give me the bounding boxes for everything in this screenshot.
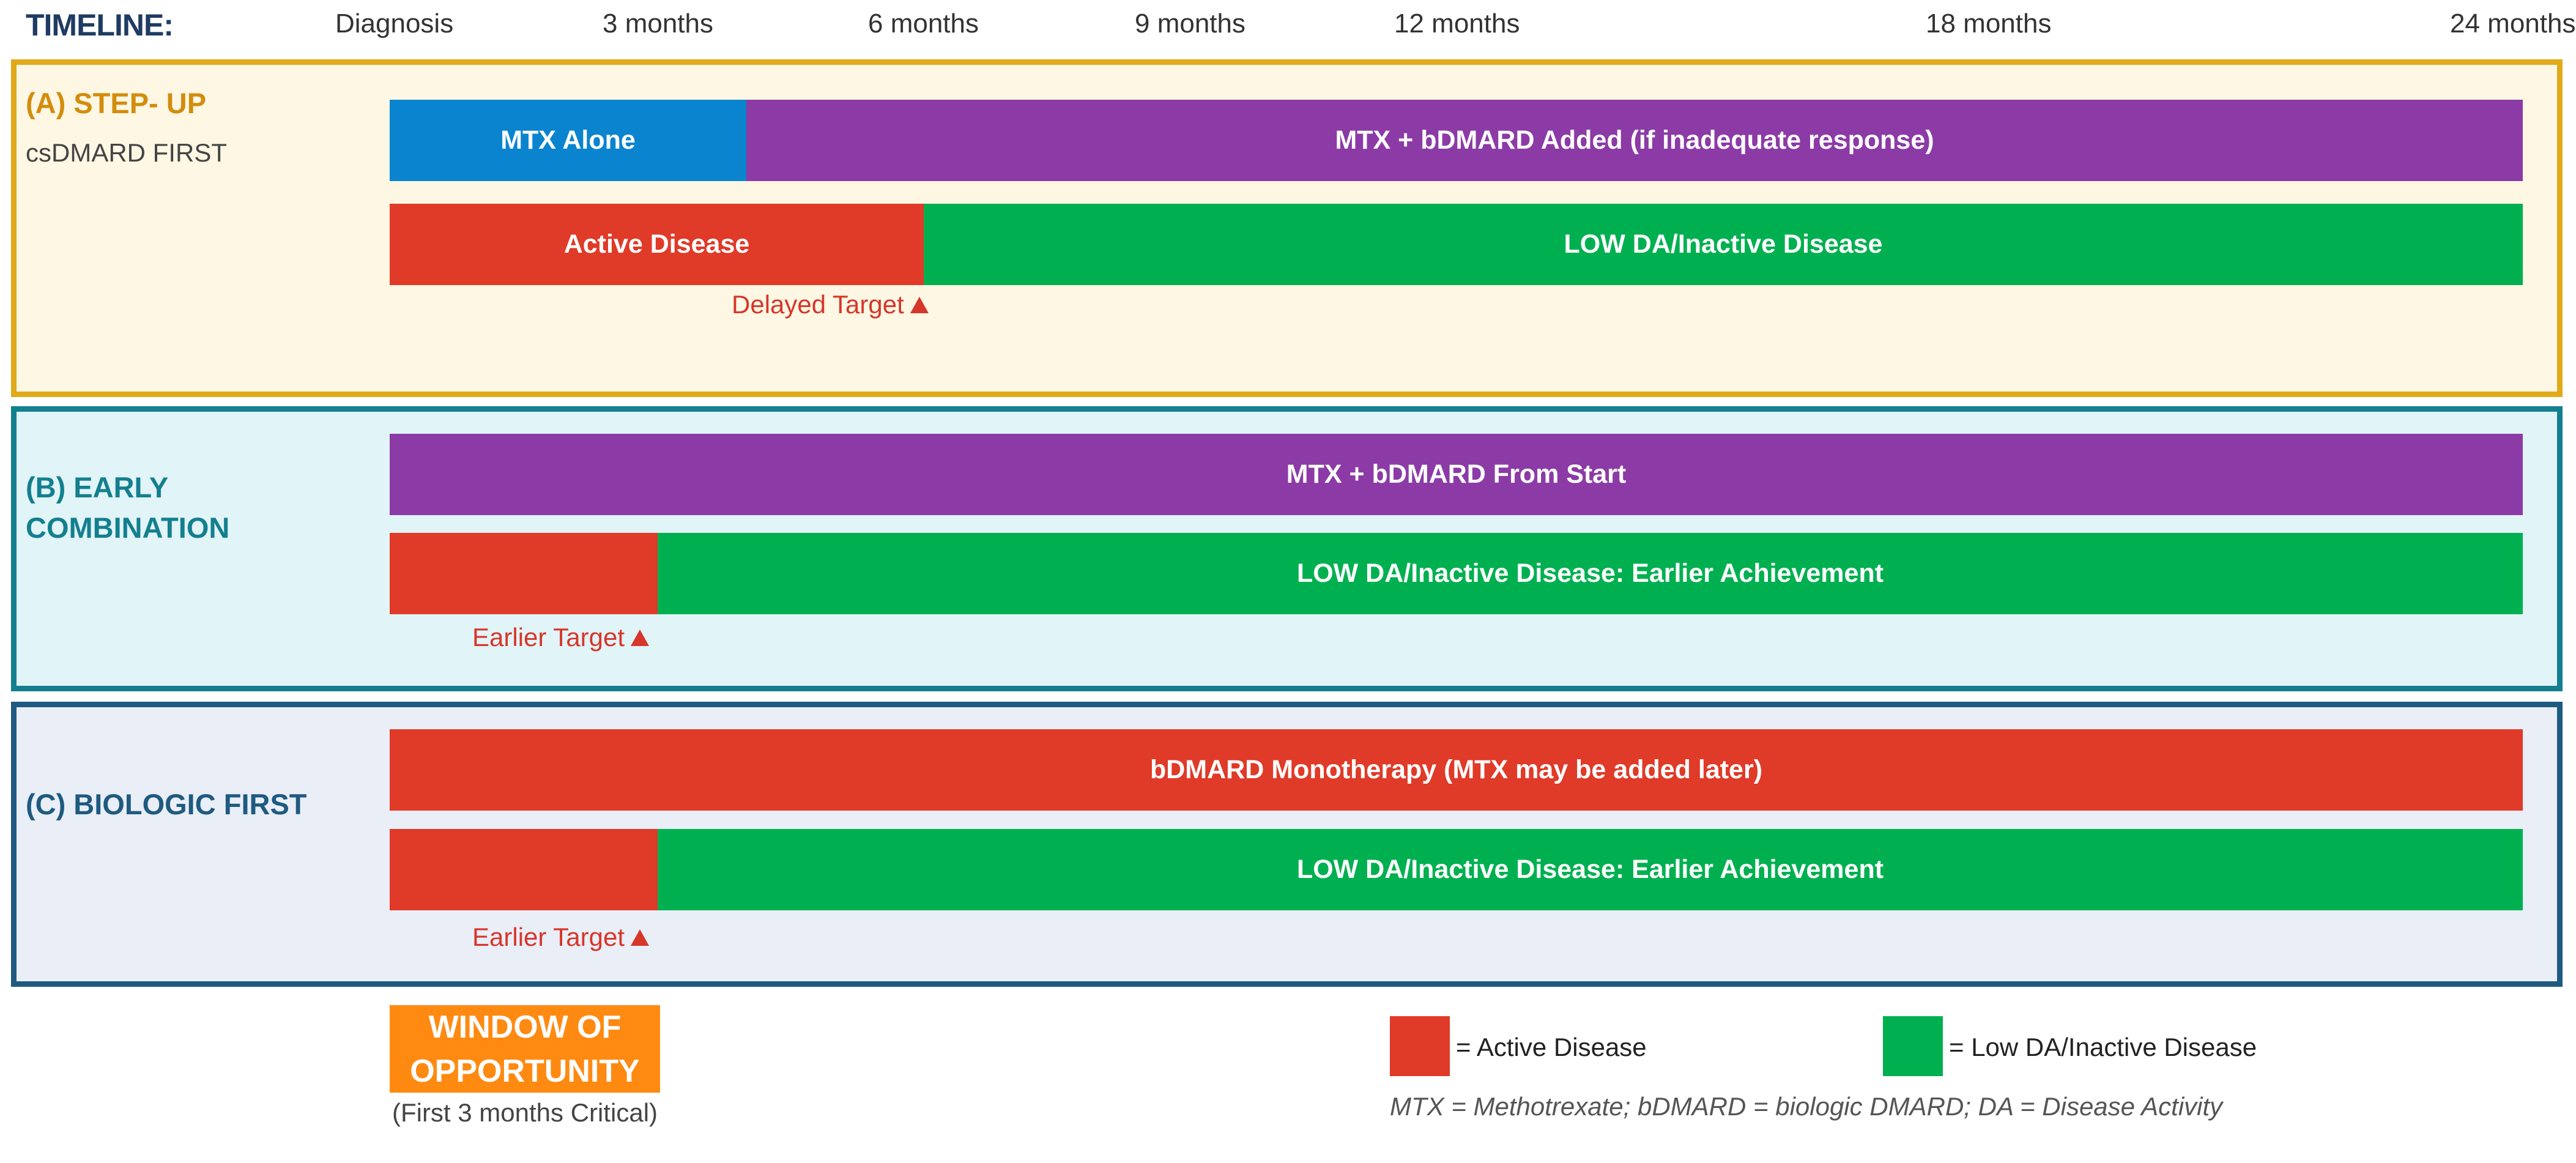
panel-b-title: (B) EARLY COMBINATION <box>26 471 230 544</box>
legend-swatch-low <box>1883 1016 1943 1076</box>
triangle-marker-icon <box>910 296 929 313</box>
bar-active-disease-short <box>390 829 658 910</box>
triangle-marker-icon <box>631 629 650 646</box>
legend-low-label: = Low DA/Inactive Disease <box>1949 1033 2257 1061</box>
legend-swatch-active <box>1390 1016 1450 1076</box>
bar-low-da-inactive: LOW DA/Inactive Disease <box>924 204 2523 285</box>
bar-mtx-alone: MTX Alone <box>390 100 746 181</box>
triangle-marker-icon <box>631 929 650 946</box>
tick-6-months: 6 months <box>868 9 979 39</box>
bar-active-disease: Active Disease <box>390 204 924 285</box>
delayed-target-label: Delayed Target <box>732 290 904 319</box>
tick-24-months: 24 months <box>2450 9 2576 39</box>
bar-bdmard-monotherapy: bDMARD Monotherapy (MTX may be added lat… <box>390 729 2523 811</box>
timeline-title: TIMELINE: <box>26 8 174 42</box>
tick-12-months: 12 months <box>1394 9 1520 39</box>
abbreviations-note: MTX = Methotrexate; bDMARD = biologic DM… <box>1390 1092 2223 1121</box>
delayed-target-marker: Delayed Target <box>732 290 929 319</box>
bar-low-da-earlier: LOW DA/Inactive Disease: Earlier Achieve… <box>658 829 2523 910</box>
panel-c-title: (C) BIOLOGIC FIRST <box>26 788 307 820</box>
tick-18-months: 18 months <box>1926 9 2052 39</box>
bar-active-disease-short <box>390 533 658 614</box>
window-of-opportunity-label: WINDOW OF OPPORTUNITY <box>410 1009 640 1089</box>
earlier-target-label: Earlier Target <box>472 623 625 652</box>
earlier-target-marker: Earlier Target <box>472 623 650 652</box>
bar-mtx-bdmard-added: MTX + bDMARD Added (if inadequate respon… <box>746 100 2523 181</box>
bar-low-da-earlier: LOW DA/Inactive Disease: Earlier Achieve… <box>658 533 2523 614</box>
panel-a-title: (A) STEP- UP <box>26 87 207 119</box>
tick-diagnosis: Diagnosis <box>335 9 454 39</box>
legend-active-label: = Active Disease <box>1456 1033 1647 1061</box>
earlier-target-marker: Earlier Target <box>472 923 650 952</box>
earlier-target-label: Earlier Target <box>472 923 625 951</box>
tick-9-months: 9 months <box>1135 9 1245 39</box>
tick-3-months: 3 months <box>603 9 713 39</box>
window-of-opportunity-box: WINDOW OF OPPORTUNITY <box>390 1005 660 1093</box>
bar-mtx-bdmard-from-start: MTX + bDMARD From Start <box>390 434 2523 515</box>
window-note: (First 3 months Critical) <box>392 1098 658 1127</box>
panel-a-subtitle: csDMARD FIRST <box>26 138 227 167</box>
